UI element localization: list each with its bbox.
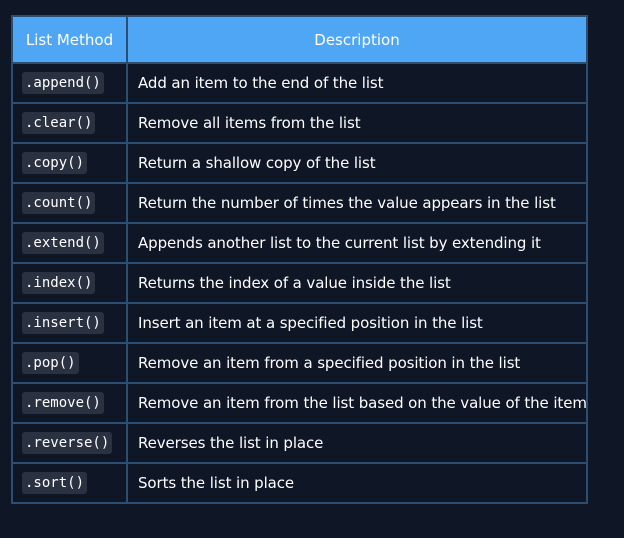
method-cell: .copy() [11, 142, 128, 184]
method-cell: .clear() [11, 102, 128, 144]
method-code: .index() [22, 272, 96, 294]
description-cell: Add an item to the end of the list [126, 62, 588, 104]
method-cell: .reverse() [11, 422, 128, 464]
method-cell: .remove() [11, 382, 128, 424]
description-cell: Return the number of times the value app… [126, 182, 588, 224]
table-row: .sort() Sorts the list in place [11, 462, 588, 504]
method-cell: .append() [11, 62, 128, 104]
table-row: .insert() Insert an item at a specified … [11, 302, 588, 344]
method-cell: .count() [11, 182, 128, 224]
description-cell: Sorts the list in place [126, 462, 588, 504]
description-cell: Remove an item from the list based on th… [126, 382, 588, 424]
method-cell: .index() [11, 262, 128, 304]
description-cell: Insert an item at a specified position i… [126, 302, 588, 344]
table-row: .append() Add an item to the end of the … [11, 62, 588, 104]
method-code: .extend() [22, 232, 104, 254]
table-row: .pop() Remove an item from a specified p… [11, 342, 588, 384]
table-body: .append() Add an item to the end of the … [11, 62, 588, 504]
method-code: .pop() [22, 352, 79, 374]
list-methods-table: List Method Description .append() Add an… [11, 15, 588, 504]
table-row: .count() Return the number of times the … [11, 182, 588, 224]
table-row: .extend() Appends another list to the cu… [11, 222, 588, 264]
method-code: .insert() [22, 312, 104, 334]
header-row: List Method Description [11, 15, 588, 64]
table-row: .remove() Remove an item from the list b… [11, 382, 588, 424]
table-row: .index() Returns the index of a value in… [11, 262, 588, 304]
method-code: .clear() [22, 112, 96, 134]
header-list-method: List Method [11, 15, 128, 64]
description-cell: Appends another list to the current list… [126, 222, 588, 264]
method-cell: .pop() [11, 342, 128, 384]
method-code: .count() [22, 192, 96, 214]
method-code: .remove() [22, 392, 104, 414]
method-cell: .extend() [11, 222, 128, 264]
table-row: .copy() Return a shallow copy of the lis… [11, 142, 588, 184]
description-cell: Reverses the list in place [126, 422, 588, 464]
method-code: .append() [22, 72, 104, 94]
header-description: Description [126, 15, 588, 64]
method-cell: .insert() [11, 302, 128, 344]
description-cell: Returns the index of a value inside the … [126, 262, 588, 304]
description-cell: Remove all items from the list [126, 102, 588, 144]
method-code: .sort() [22, 472, 88, 494]
table-row: .reverse() Reverses the list in place [11, 422, 588, 464]
method-cell: .sort() [11, 462, 128, 504]
list-methods-table-container: List Method Description .append() Add an… [11, 15, 588, 504]
method-code: .copy() [22, 152, 88, 174]
method-code: .reverse() [22, 432, 113, 454]
table-row: .clear() Remove all items from the list [11, 102, 588, 144]
description-cell: Return a shallow copy of the list [126, 142, 588, 184]
table-header: List Method Description [11, 15, 588, 64]
description-cell: Remove an item from a specified position… [126, 342, 588, 384]
